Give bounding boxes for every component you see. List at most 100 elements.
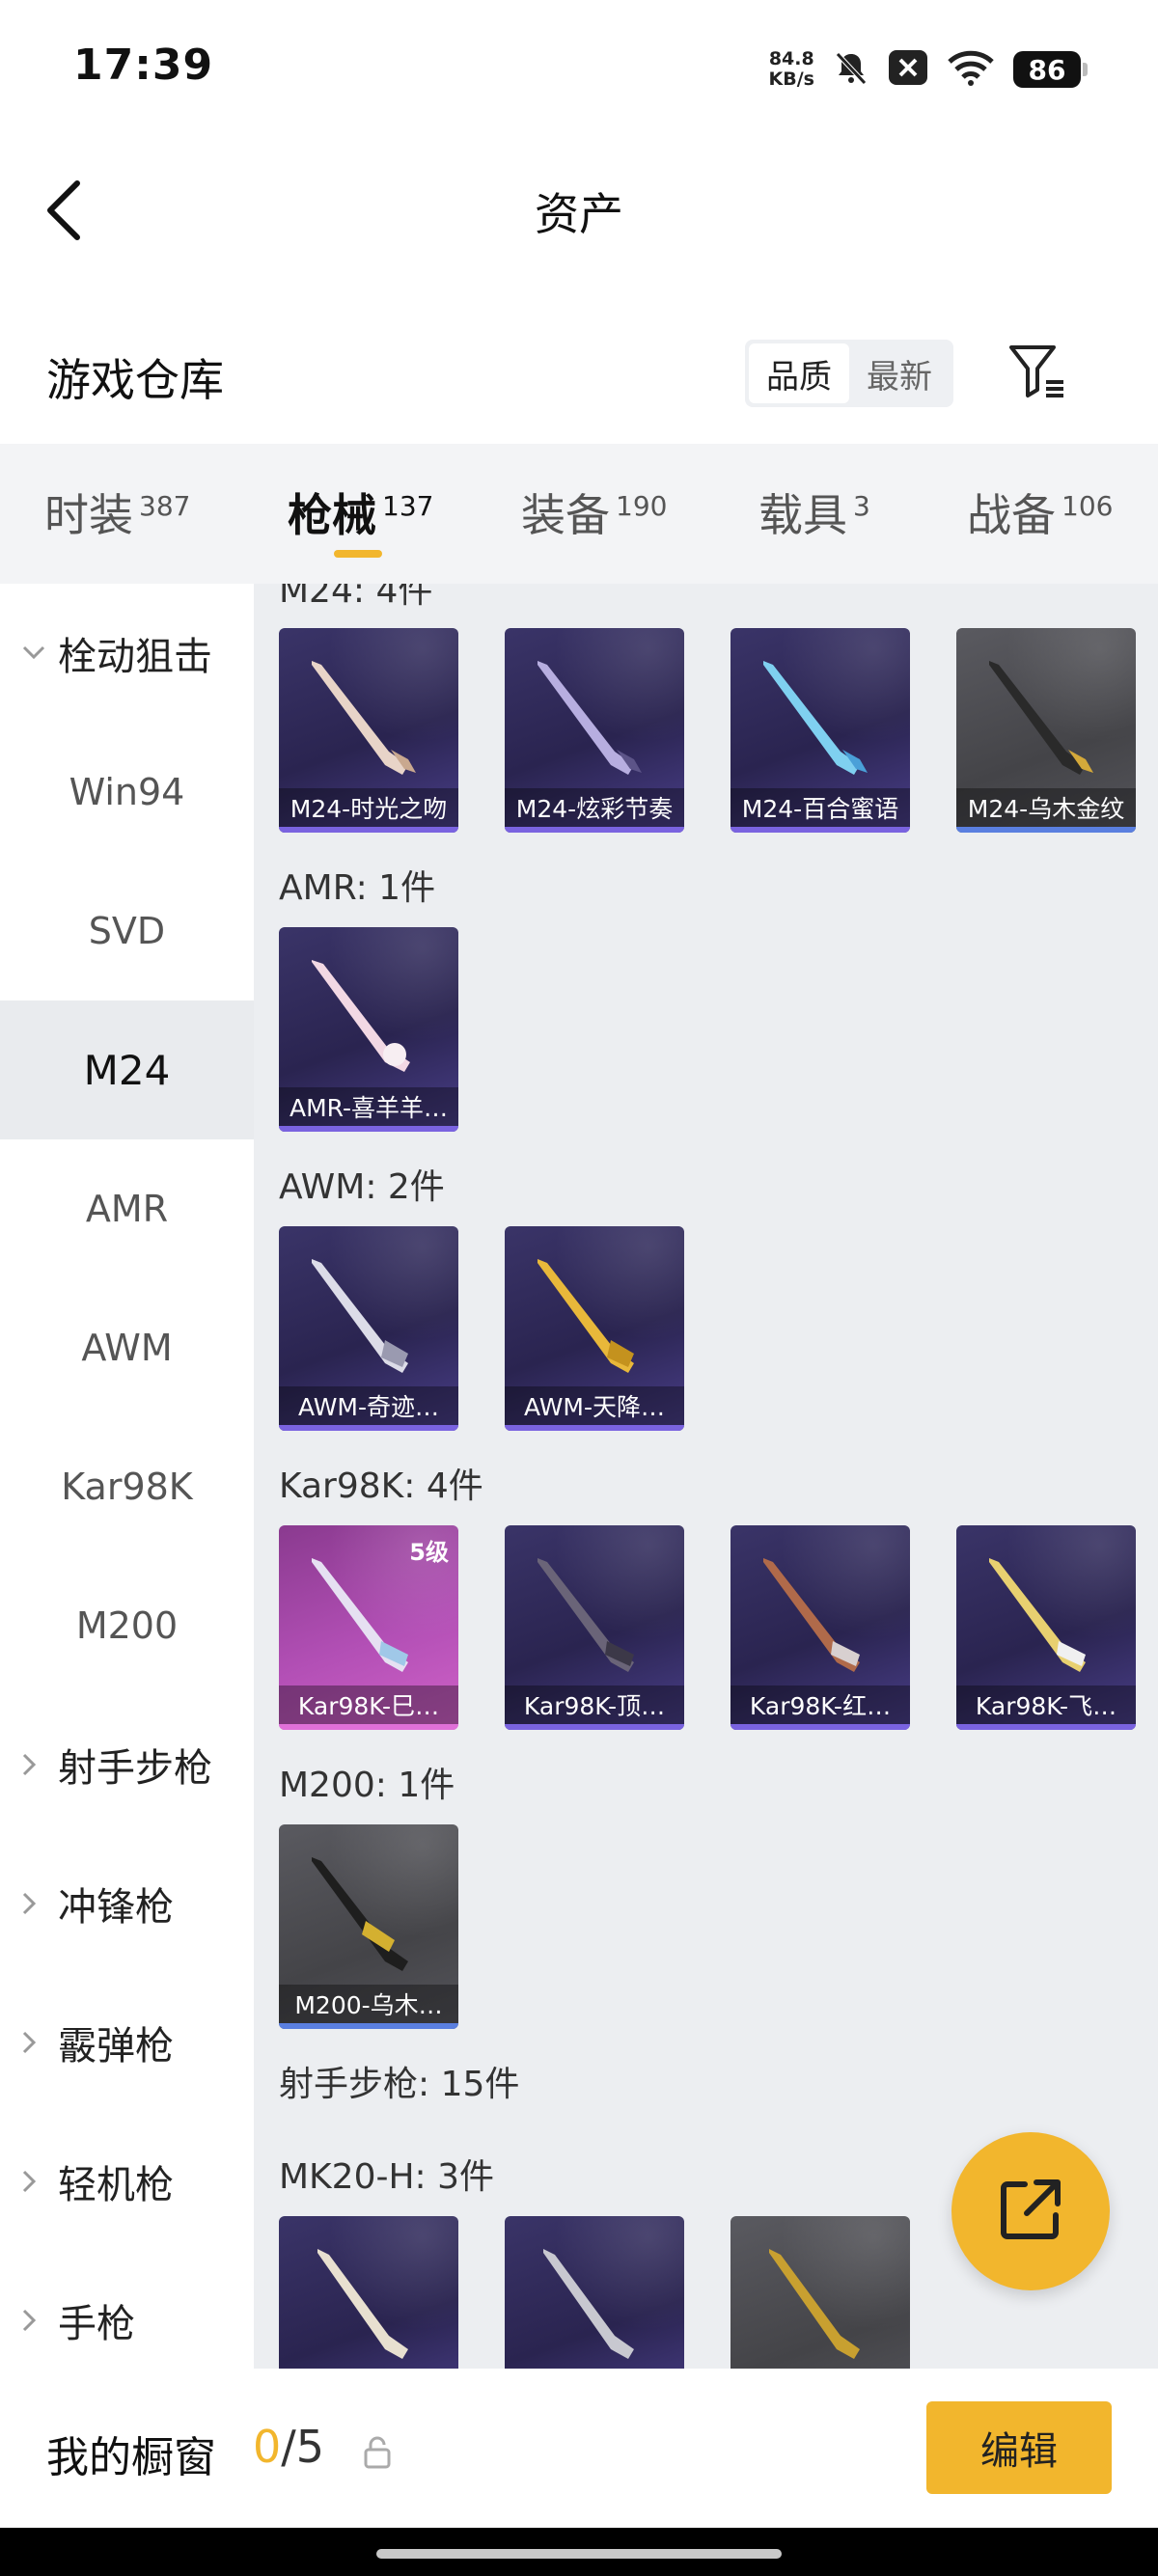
item-grid: M24: 4件 M24-时光之吻 M24-炫彩节奏 M24-百合蜜语 M24-乌… <box>254 584 1158 2369</box>
sidebar-item-smg[interactable]: 冲锋枪 <box>0 1834 254 1973</box>
tab-firearms[interactable]: 枪械 137 <box>288 480 433 544</box>
edit-button[interactable]: 编辑 <box>926 2401 1112 2494</box>
rifle-icon <box>312 1857 408 1971</box>
tab-vehicles[interactable]: 载具 3 <box>758 480 870 544</box>
sidebar-item-svd[interactable]: SVD <box>0 862 254 1000</box>
rarity-bar <box>956 1724 1136 1730</box>
item-card[interactable]: Kar98K-顶… <box>505 1525 684 1730</box>
item-card[interactable]: Kar98K-红… <box>731 1525 910 1730</box>
showcase-count: 0/5 <box>253 2421 324 2473</box>
tab-fashion[interactable]: 时装 387 <box>44 480 190 544</box>
item-name: Kar98K-红… <box>731 1685 910 1724</box>
sidebar-item-label: 冲锋枪 <box>58 1885 174 1930</box>
sidebar-item-amr[interactable]: AMR <box>0 1139 254 1278</box>
showcase-bar: 我的橱窗 0/5 编辑 <box>0 2369 1158 2528</box>
item-name: AMR-喜羊羊… <box>279 1087 458 1126</box>
item-card[interactable]: AWM-奇迹… <box>279 1226 458 1431</box>
rifle-icon <box>312 1259 408 1373</box>
network-speed: 84.8 KB/s <box>769 49 814 90</box>
item-card[interactable]: AMR-喜羊羊… <box>279 927 458 1132</box>
item-name: Kar98K-顶… <box>505 1685 684 1724</box>
item-name: M24-百合蜜语 <box>731 788 910 827</box>
sort-by-quality-button[interactable]: 品质 <box>749 343 849 403</box>
showcase-max: 5 <box>295 2421 325 2473</box>
rifle-icon <box>312 1558 408 1672</box>
chevron-right-icon <box>21 1834 39 1973</box>
sidebar-item-label: Win94 <box>69 771 185 813</box>
rifle-icon <box>312 960 410 1072</box>
group-title: M200: 1件 <box>279 1766 455 1805</box>
tab-count: 137 <box>382 489 434 522</box>
rarity-bar <box>956 827 1136 833</box>
item-name: Kar98K-巳… <box>279 1685 458 1724</box>
item-card[interactable]: M24-时光之吻 <box>279 628 458 833</box>
status-time: 17:39 <box>73 41 214 90</box>
sidebar-item-label: M24 <box>83 1046 171 1094</box>
sidebar-item-pistol[interactable]: 手枪 <box>0 2251 254 2369</box>
sidebar-item-label: 手枪 <box>58 2302 135 2346</box>
network-speed-unit: KB/s <box>768 69 814 90</box>
item-card[interactable]: 5级 Kar98K-巳… <box>279 1525 458 1730</box>
sidebar-item-marksman-rifle[interactable]: 射手步枪 <box>0 1695 254 1834</box>
tab-label: 载具 <box>758 489 847 541</box>
page-title: 资产 <box>535 188 623 240</box>
item-card[interactable]: AWM-天降… <box>505 1226 684 1431</box>
tab-combat-gear[interactable]: 战备 106 <box>967 480 1113 544</box>
chevron-down-icon <box>21 584 46 723</box>
sidebar-item-label: AMR <box>85 1188 169 1230</box>
rarity-bar <box>279 827 458 833</box>
item-card[interactable]: M24-百合蜜语 <box>731 628 910 833</box>
showcase-current: 0 <box>253 2421 282 2473</box>
item-name: M24-时光之吻 <box>279 788 458 827</box>
filter-button[interactable] <box>1004 342 1071 405</box>
rarity-bar <box>279 1724 458 1730</box>
item-card[interactable]: M24-炫彩节奏 <box>505 628 684 833</box>
item-card[interactable]: Kar98K-飞… <box>956 1525 1136 1730</box>
sidebar-item-m200[interactable]: M200 <box>0 1556 254 1695</box>
item-name: M24-炫彩节奏 <box>505 788 684 827</box>
tab-label: 枪械 <box>288 489 376 541</box>
tab-label: 装备 <box>521 489 610 541</box>
sidebar-item-bolt-action-sniper[interactable]: 栓动狙击 <box>0 584 254 723</box>
rifle-icon <box>312 661 416 775</box>
item-card[interactable]: M200-乌木… <box>279 1824 458 2029</box>
item-card[interactable] <box>279 2216 458 2369</box>
sidebar-item-label: 栓动狙击 <box>58 635 212 679</box>
chevron-right-icon <box>21 1973 39 2112</box>
showcase-separator: / <box>281 2421 296 2473</box>
tab-label: 时装 <box>44 489 133 541</box>
share-button[interactable] <box>951 2132 1110 2290</box>
tab-count: 3 <box>853 489 870 522</box>
battery-icon: 86 <box>1013 51 1088 88</box>
sidebar-item-label: 射手步枪 <box>58 1746 212 1791</box>
filter-icon <box>1007 343 1067 403</box>
tab-count: 106 <box>1062 489 1114 522</box>
notification-x-icon <box>888 49 928 90</box>
item-card[interactable] <box>731 2216 910 2369</box>
sort-toggle: 品质 最新 <box>745 340 953 407</box>
item-card[interactable] <box>505 2216 684 2369</box>
home-indicator[interactable] <box>376 2549 782 2559</box>
mute-bell-icon <box>832 48 870 91</box>
showcase-title: 我的橱窗 <box>46 2433 216 2482</box>
sort-by-newest-button[interactable]: 最新 <box>849 343 950 403</box>
active-tab-indicator <box>334 550 382 558</box>
item-card[interactable]: M24-乌木金纹 <box>956 628 1136 833</box>
sidebar-item-label: SVD <box>88 910 166 952</box>
sidebar-item-awm[interactable]: AWM <box>0 1278 254 1417</box>
rifle-icon <box>538 661 642 775</box>
sidebar-item-lmg[interactable]: 轻机枪 <box>0 2112 254 2251</box>
sidebar-item-label: AWM <box>81 1327 173 1369</box>
sidebar-item-shotgun[interactable]: 霰弹枪 <box>0 1973 254 2112</box>
tab-equipment[interactable]: 装备 190 <box>521 480 667 544</box>
sidebar-item-win94[interactable]: Win94 <box>0 723 254 862</box>
tab-count: 190 <box>616 489 668 522</box>
sidebar-item-kar98k[interactable]: Kar98K <box>0 1417 254 1556</box>
rarity-bar <box>505 1425 684 1431</box>
rifle-icon <box>317 2249 408 2359</box>
rifle-icon <box>763 661 868 775</box>
category-sidebar: 栓动狙击 Win94 SVD M24 AMR AWM Kar98K M200 射… <box>0 584 254 2369</box>
sidebar-item-m24[interactable]: M24 <box>0 1000 254 1139</box>
rifle-icon <box>769 2249 860 2359</box>
rifle-icon <box>538 1259 634 1373</box>
